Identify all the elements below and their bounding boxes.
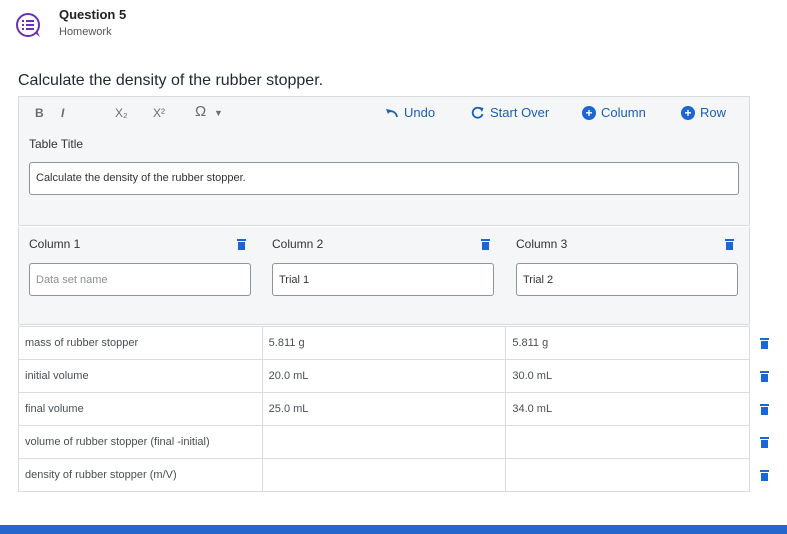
bottom-bar xyxy=(0,525,787,534)
table-cell[interactable]: 30.0 mL xyxy=(505,359,750,393)
add-row-button[interactable]: + Row xyxy=(681,105,726,120)
plus-circle-icon: + xyxy=(681,105,695,120)
trash-icon[interactable] xyxy=(760,437,769,448)
table-cell[interactable]: volume of rubber stopper (final -initial… xyxy=(18,425,263,459)
table-title-input[interactable]: Calculate the density of the rubber stop… xyxy=(29,162,739,195)
table-cell[interactable] xyxy=(261,425,507,459)
table-row: final volume 25.0 mL 34.0 mL xyxy=(18,392,750,426)
column-2-input[interactable]: Trial 1 xyxy=(272,263,494,296)
table-title-label: Table Title xyxy=(29,137,84,151)
table-cell[interactable] xyxy=(505,458,750,492)
start-over-label: Start Over xyxy=(490,105,550,120)
column-2-label: Column 2 xyxy=(272,237,324,251)
table-cell[interactable] xyxy=(261,458,507,492)
question-title: Question 5 xyxy=(59,7,127,22)
column-1-input[interactable]: Data set name xyxy=(29,263,251,296)
table-cell[interactable]: 34.0 mL xyxy=(505,392,750,426)
column-3-label: Column 3 xyxy=(516,237,568,251)
table-cell[interactable]: 5.811 g xyxy=(505,326,750,360)
trash-icon[interactable] xyxy=(760,338,769,349)
refresh-icon xyxy=(471,106,484,119)
table-row: volume of rubber stopper (final -initial… xyxy=(18,425,750,459)
chevron-down-icon[interactable]: ▼ xyxy=(214,108,223,118)
trash-icon[interactable] xyxy=(725,239,734,250)
plus-circle-icon: + xyxy=(582,105,596,120)
superscript-button[interactable]: X² xyxy=(153,106,165,120)
trash-icon[interactable] xyxy=(760,470,769,481)
trash-icon[interactable] xyxy=(760,371,769,382)
start-over-button[interactable]: Start Over xyxy=(471,105,549,120)
table-row: mass of rubber stopper 5.811 g 5.811 g xyxy=(18,326,750,360)
trash-icon[interactable] xyxy=(760,404,769,415)
italic-button[interactable]: I xyxy=(61,106,64,120)
question-list-icon xyxy=(16,13,40,37)
trash-icon[interactable] xyxy=(237,239,246,250)
undo-button[interactable]: Undo xyxy=(385,105,435,120)
table-cell[interactable]: 25.0 mL xyxy=(261,392,507,426)
editor-toolbar: B I X₂ X² Ω ▼ Undo Start Over + Column +… xyxy=(19,97,749,131)
bold-button[interactable]: B xyxy=(35,106,44,120)
subscript-button[interactable]: X₂ xyxy=(115,106,128,120)
undo-icon xyxy=(386,108,398,117)
column-1-label: Column 1 xyxy=(29,237,81,251)
table-cell[interactable]: density of rubber stopper (m/V) xyxy=(18,458,263,492)
table-row: density of rubber stopper (m/V) xyxy=(18,458,750,492)
column-header-panel: Column 1 Data set name Column 2 Trial 1 … xyxy=(18,227,750,325)
table-cell[interactable]: mass of rubber stopper xyxy=(18,326,263,360)
column-3-input[interactable]: Trial 2 xyxy=(516,263,738,296)
table-editor: B I X₂ X² Ω ▼ Undo Start Over + Column +… xyxy=(18,96,750,226)
table-cell[interactable]: 5.811 g xyxy=(261,326,507,360)
add-column-label: Column xyxy=(601,105,646,120)
question-subtitle: Homework xyxy=(59,26,112,38)
undo-label: Undo xyxy=(404,105,436,120)
table-cell[interactable]: 20.0 mL xyxy=(261,359,507,393)
data-table: mass of rubber stopper 5.811 g 5.811 g i… xyxy=(18,326,750,492)
add-row-label: Row xyxy=(700,105,727,120)
table-cell[interactable] xyxy=(505,425,750,459)
table-row: initial volume 20.0 mL 30.0 mL xyxy=(18,359,750,393)
add-column-button[interactable]: + Column xyxy=(582,105,646,120)
trash-icon[interactable] xyxy=(481,239,490,250)
table-cell[interactable]: final volume xyxy=(18,392,263,426)
table-cell[interactable]: initial volume xyxy=(18,359,263,393)
special-characters-button[interactable]: Ω xyxy=(195,103,206,120)
question-prompt: Calculate the density of the rubber stop… xyxy=(18,72,324,89)
